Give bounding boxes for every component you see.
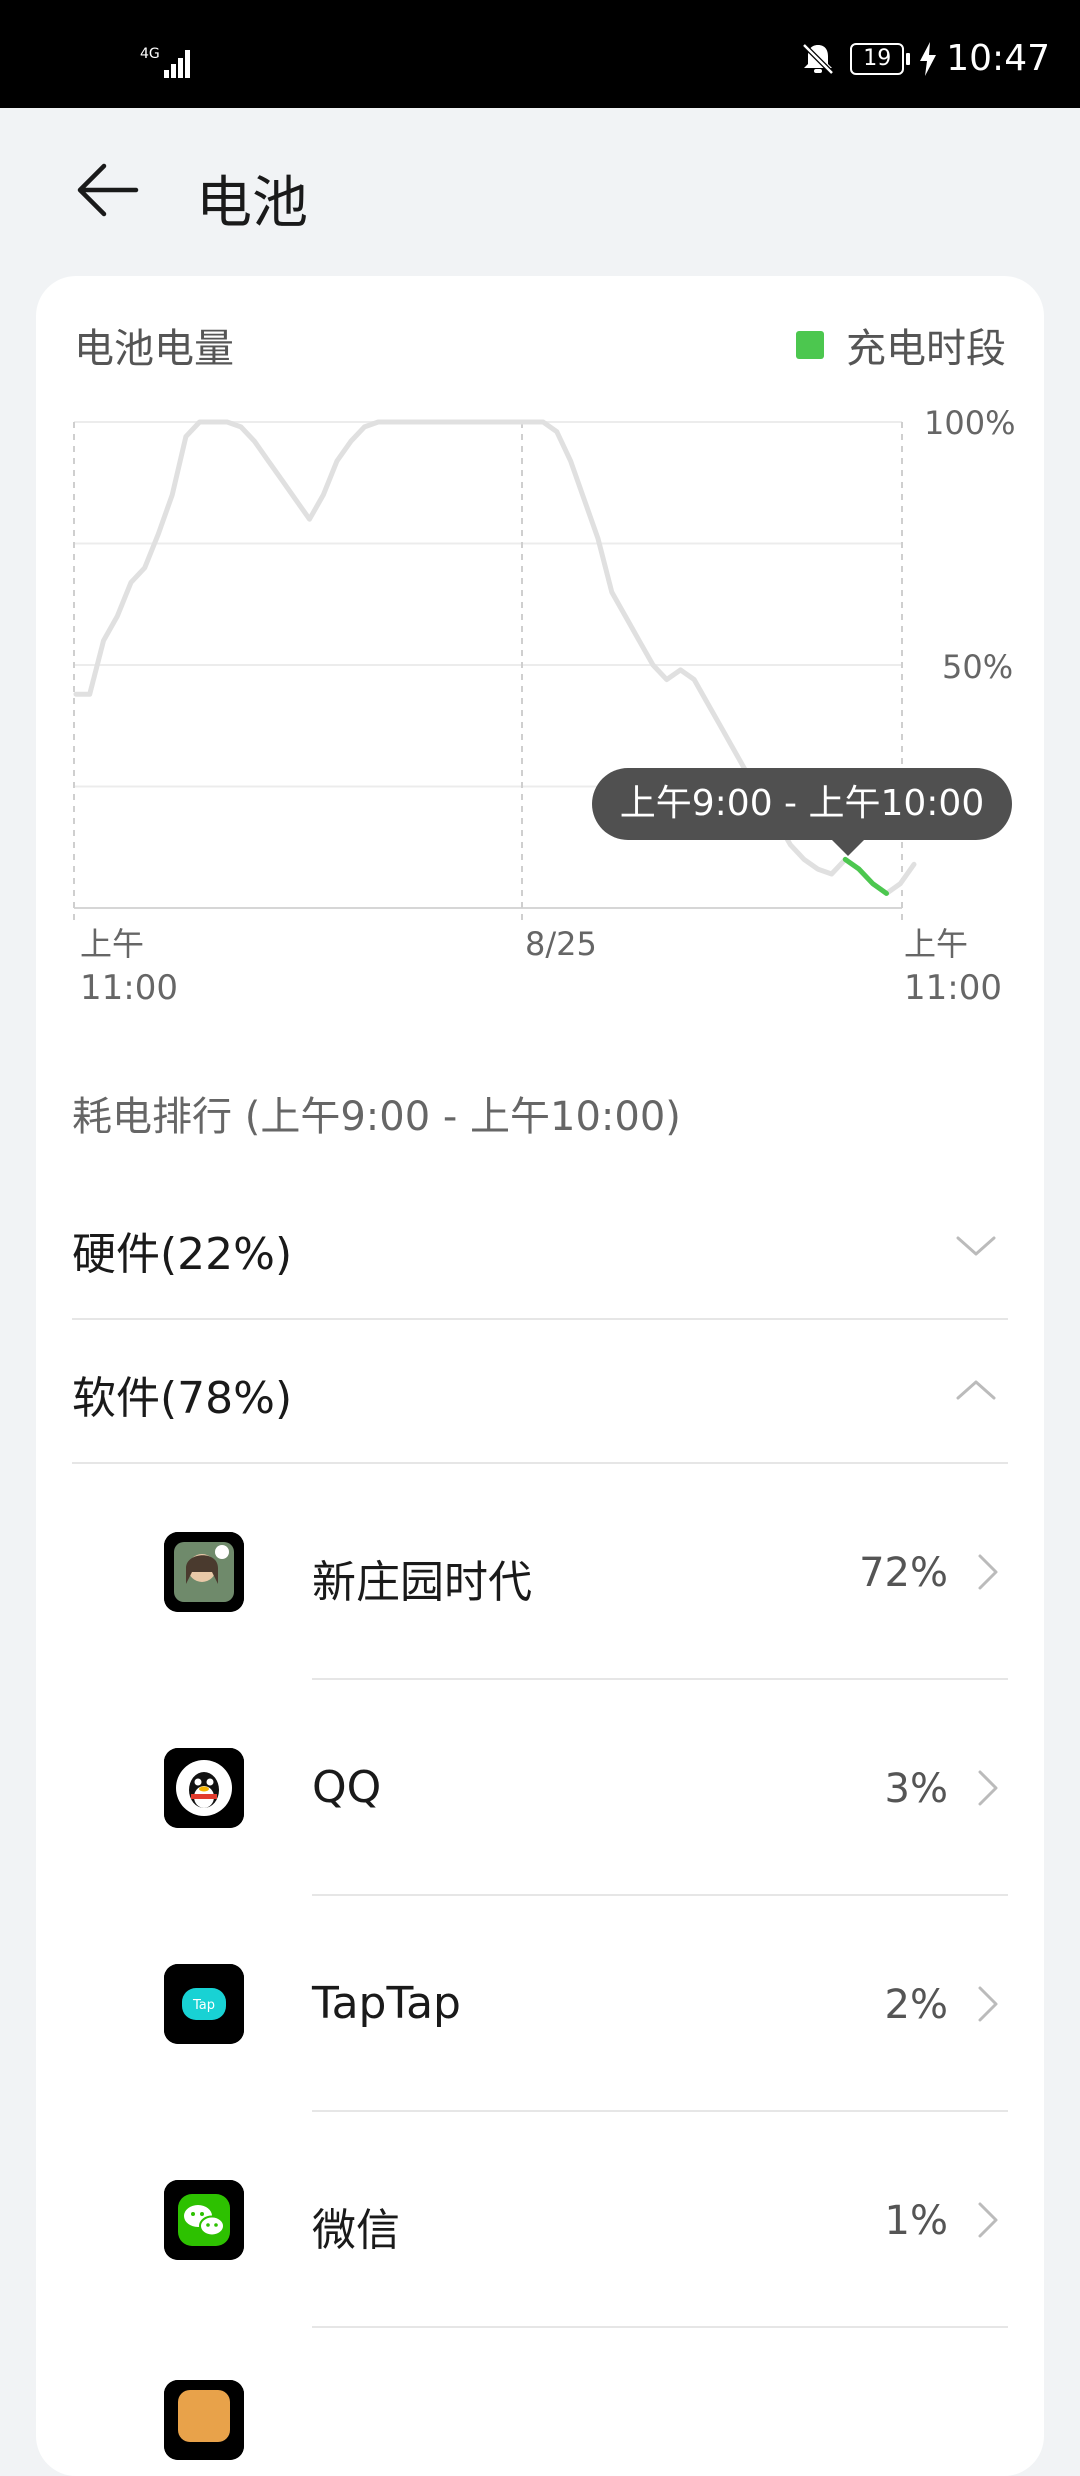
charging-segment-line	[842, 856, 889, 896]
farm-game-icon	[164, 1532, 244, 1612]
hardware-section[interactable]: 硬件(22%)	[72, 1174, 1008, 1320]
chevron-right-icon	[978, 1770, 998, 1806]
battery-indicator: 19	[850, 42, 911, 75]
app-row-xinzhuangyuan[interactable]: 新庄园时代 72%	[36, 1464, 1044, 1680]
app-row-wechat[interactable]: 微信 1%	[36, 2112, 1044, 2328]
signal-icon: 4G	[140, 46, 190, 78]
page-title: 电池	[196, 171, 308, 236]
ranking-title: 耗电排行 (上午9:00 - 上午10:00)	[72, 1094, 681, 1140]
y-tick-label: 50%	[942, 648, 1014, 686]
app-percent: 72%	[859, 1550, 948, 1596]
charging-bolt-icon	[920, 41, 937, 76]
bell-muted-icon	[802, 42, 835, 75]
battery-card: 电池电量 充电时段 100% 50% 上午 11:00 8/25 上午 11:0…	[36, 276, 1044, 2476]
battery-chart[interactable]	[36, 276, 1044, 996]
app-name: QQ	[312, 1762, 382, 1813]
app-name: 微信	[312, 2205, 400, 2256]
status-time: 10:47	[946, 38, 1050, 79]
hardware-section-label: 硬件(22%)	[72, 1229, 293, 1280]
chevron-up-icon	[956, 1380, 996, 1400]
back-arrow-icon[interactable]	[74, 160, 140, 220]
svg-text:4G: 4G	[140, 46, 160, 62]
svg-text:Tap: Tap	[192, 1998, 215, 2013]
wechat-icon	[164, 2180, 244, 2260]
software-section[interactable]: 软件(78%)	[72, 1318, 1008, 1464]
chart-tooltip: 上午9:00 - 上午10:00	[592, 768, 1012, 856]
status-bar-right: 19 10:47	[800, 38, 1050, 79]
chevron-right-icon	[978, 1554, 998, 1590]
status-bar: 4G 19 10:47	[0, 0, 1080, 108]
x-tick-label: 上午 11:00	[904, 925, 1002, 1008]
app-icon-partial	[164, 2380, 244, 2460]
app-row-qq[interactable]: QQ 3%	[36, 1680, 1044, 1896]
app-percent: 1%	[884, 2198, 948, 2244]
software-section-label: 软件(78%)	[72, 1373, 293, 1424]
app-row-taptap[interactable]: Tap TapTap 2%	[36, 1896, 1044, 2112]
chevron-right-icon	[978, 2202, 998, 2238]
taptap-icon: Tap	[164, 1964, 244, 2044]
app-percent: 2%	[884, 1982, 948, 2028]
chevron-right-icon	[978, 1986, 998, 2022]
x-tick-label: 上午 11:00	[80, 925, 178, 1008]
y-tick-label: 100%	[924, 404, 1016, 442]
app-percent: 3%	[884, 1766, 948, 1812]
app-name: 新庄园时代	[312, 1557, 532, 1608]
app-name: TapTap	[312, 1978, 461, 2029]
x-tick-label: 8/25	[525, 925, 597, 963]
row-divider	[312, 2326, 1008, 2328]
chevron-down-icon	[956, 1236, 996, 1256]
qq-penguin-icon	[164, 1748, 244, 1828]
